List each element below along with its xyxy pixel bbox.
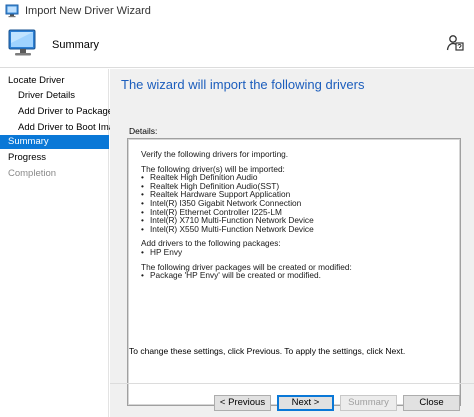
details-textbox[interactable]: Verify the following drivers for importi… <box>127 138 461 406</box>
details-intro: Verify the following drivers for importi… <box>141 149 289 159</box>
wizard-content: The wizard will import the following dri… <box>110 69 474 417</box>
computer-monitor-icon <box>8 29 36 56</box>
sidebar-item-add-driver-to-boot-images[interactable]: Add Driver to Boot Images <box>18 121 129 135</box>
title-bar: Import New Driver Wizard <box>0 0 474 22</box>
sidebar-item-summary[interactable]: Summary <box>0 135 109 149</box>
sidebar-item-driver-details[interactable]: Driver Details <box>18 89 109 103</box>
driver-item: Intel(R) X550 Multi-Function Network Dev… <box>141 225 459 234</box>
sidebar-item-progress[interactable]: Progress <box>8 151 109 165</box>
wizard-app-icon <box>5 4 19 18</box>
button-bar-divider <box>110 383 474 384</box>
sidebar-item-locate-driver[interactable]: Locate Driver <box>8 74 109 88</box>
sidebar-item-completion: Completion <box>8 168 57 179</box>
person-help-icon[interactable] <box>446 34 464 52</box>
window-title: Import New Driver Wizard <box>25 5 151 17</box>
wizard-header: Summary <box>0 22 474 68</box>
next-button[interactable]: Next > <box>277 395 334 411</box>
wizard-steps-sidebar: Locate Driver Driver Details Add Driver … <box>0 69 129 417</box>
summary-button: Summary <box>340 395 397 411</box>
content-heading: The wizard will import the following dri… <box>121 77 365 92</box>
previous-button[interactable]: < Previous <box>214 395 271 411</box>
close-button[interactable]: Close <box>403 395 460 411</box>
created-package-item: Package 'HP Envy' will be created or mod… <box>141 271 459 280</box>
package-item: HP Envy <box>141 248 459 257</box>
page-title: Summary <box>52 39 100 51</box>
packages-header: Add drivers to the following packages: <box>141 238 281 249</box>
instructions-note: To change these settings, click Previous… <box>129 346 406 356</box>
sidebar-item-add-driver-to-packages[interactable]: Add Driver to Packages <box>18 105 118 119</box>
details-label: Details: <box>129 126 158 136</box>
